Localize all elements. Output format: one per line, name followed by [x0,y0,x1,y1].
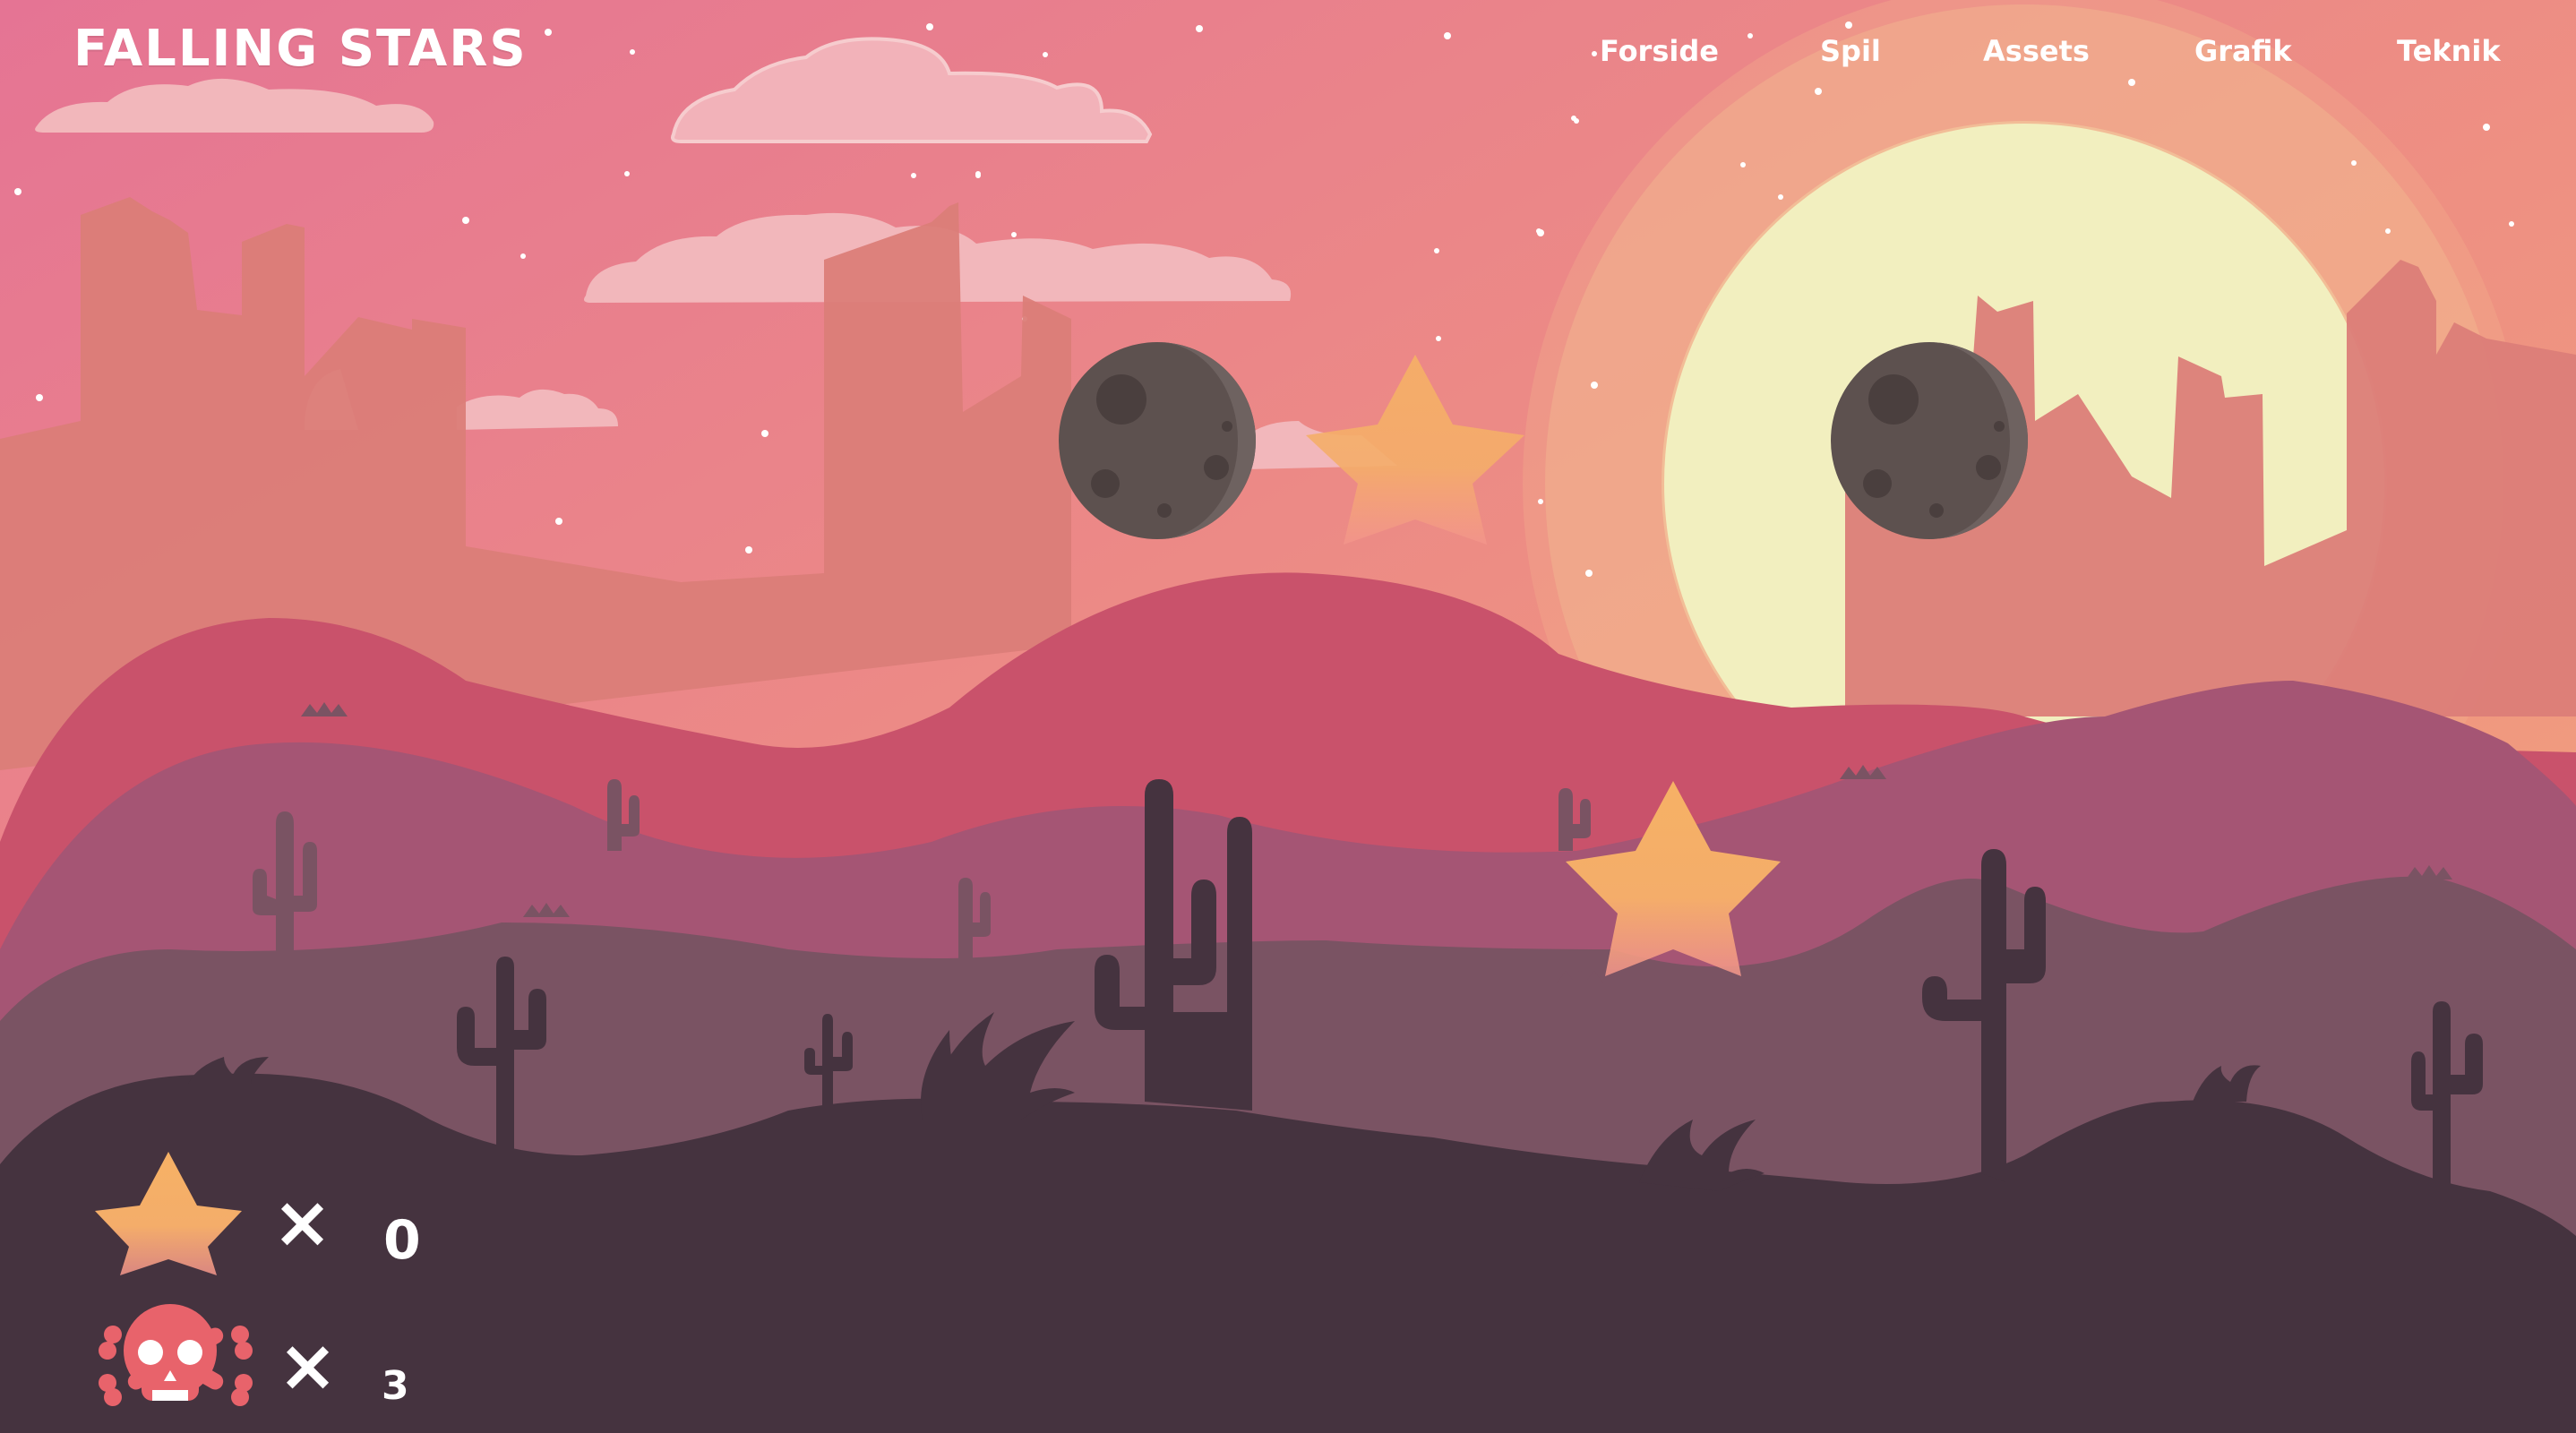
meteor[interactable] [1059,342,1256,539]
nav-grafik[interactable]: Grafik [2194,34,2292,68]
nav-teknik[interactable]: Teknik [2397,34,2501,68]
nav-forside[interactable]: Forside [1600,34,1719,68]
stars-multiplier-sign: × [272,1180,333,1264]
nav-spil[interactable]: Spil [1820,34,1881,68]
lives-count: 3 [382,1363,409,1409]
meteor[interactable] [1831,342,2028,539]
nav-assets[interactable]: Assets [1983,34,2090,68]
stars-count: 0 [383,1209,421,1272]
lives-multiplier-sign: × [278,1324,339,1407]
game-logo[interactable]: FALLING STARS [73,20,528,78]
